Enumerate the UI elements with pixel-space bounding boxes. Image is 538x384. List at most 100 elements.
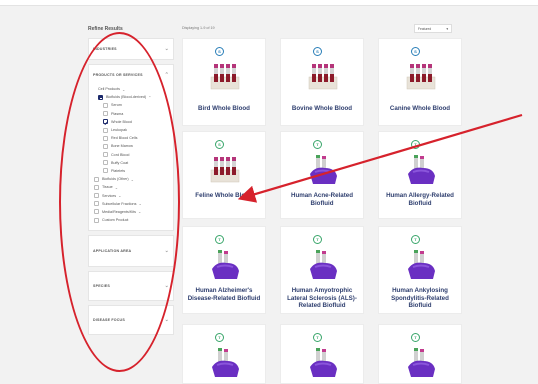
- chevron-down-icon[interactable]: ⌄: [138, 209, 141, 214]
- option-label: Whole Blood: [111, 119, 132, 124]
- product-option[interactable]: Platelets: [89, 167, 173, 175]
- sort-select-value: Featured: [418, 26, 432, 31]
- product-name[interactable]: Human Allergy-Related Biofluid: [379, 192, 461, 207]
- product-card[interactable]: S Canine Whole Blood: [378, 38, 462, 126]
- option-checkbox[interactable]: [103, 111, 108, 117]
- chevron-down-icon[interactable]: ⌄: [165, 248, 169, 254]
- filter-industries[interactable]: INDUSTRIES ⌄: [88, 38, 174, 60]
- blood-tubes-image: [305, 61, 341, 93]
- option-label: Buffy Coat: [111, 160, 129, 165]
- product-badge-icon: T: [313, 140, 322, 149]
- product-badge-icon: S: [215, 140, 224, 149]
- option-checkbox[interactable]: [103, 102, 108, 108]
- option-checkbox[interactable]: [94, 193, 99, 199]
- product-option[interactable]: Tissue ⌄: [89, 183, 173, 191]
- product-option[interactable]: Cord Blood: [89, 151, 173, 159]
- product-badge-icon: S: [215, 47, 224, 56]
- product-option[interactable]: Services ⌄: [89, 191, 173, 199]
- gloved-hand-tubes-image: [305, 347, 341, 379]
- product-badge-icon: T: [215, 333, 224, 342]
- product-option[interactable]: Serum: [89, 101, 173, 109]
- product-badge-icon: T: [313, 333, 322, 342]
- option-label: Bone Marrow: [111, 144, 133, 149]
- filter-disease-focus[interactable]: DISEASE FOCUS ⌄: [88, 305, 174, 336]
- product-option[interactable]: Media/Reagents/Kits ⌄: [89, 208, 173, 216]
- product-option[interactable]: Red Blood Cells: [89, 134, 173, 142]
- product-option[interactable]: Cell Products ⌄: [89, 85, 173, 93]
- product-option[interactable]: Biofluids (Blood-derived) ⌃: [89, 93, 173, 101]
- product-name[interactable]: Human Alzheimer's Disease-Related Bioflu…: [183, 287, 265, 302]
- chevron-down-icon[interactable]: ⌄: [165, 317, 169, 323]
- product-card[interactable]: T Human Allergy-Related Biofluid: [378, 131, 462, 219]
- filter-products-services: PRODUCTS OR SERVICES ⌃ Cell Products ⌄ Biof…: [88, 64, 174, 232]
- sort-select[interactable]: Featured ▾: [414, 24, 452, 33]
- option-label: Leukopak: [111, 128, 127, 133]
- filter-application-area[interactable]: APPLICATION AREA ⌄: [88, 235, 174, 268]
- product-card[interactable]: T: [280, 324, 364, 384]
- option-checkbox[interactable]: [103, 143, 108, 149]
- product-option[interactable]: Biofluids (Other) ⌄: [89, 175, 173, 183]
- option-checkbox[interactable]: [94, 176, 99, 182]
- option-label: Cord Blood: [111, 152, 130, 157]
- option-checkbox[interactable]: [103, 135, 108, 141]
- chevron-down-icon[interactable]: ⌄: [131, 177, 134, 182]
- product-card[interactable]: T: [182, 324, 266, 384]
- chevron-down-icon[interactable]: ⌄: [165, 283, 169, 289]
- option-checkbox[interactable]: [94, 184, 99, 190]
- filter-sidebar: Refine Results INDUSTRIES ⌄ PRODUCTS OR S…: [88, 26, 174, 339]
- product-name[interactable]: Bird Whole Blood: [183, 105, 265, 113]
- product-card[interactable]: T Human Alzheimer's Disease-Related Biofl…: [182, 226, 266, 314]
- product-badge-icon: T: [215, 235, 224, 244]
- product-card[interactable]: T Human Ankylosing Spondylitis-Related Bi…: [378, 226, 462, 314]
- top-bar: [0, 0, 538, 6]
- filter-industries-label: INDUSTRIES: [93, 47, 117, 51]
- product-name[interactable]: Feline Whole Blood: [183, 192, 265, 200]
- blood-tubes-image: [403, 61, 439, 93]
- option-checkbox[interactable]: [103, 168, 108, 174]
- gloved-hand-tubes-image: [305, 154, 341, 186]
- product-badge-icon: S: [313, 47, 322, 56]
- product-name[interactable]: Bovine Whole Blood: [281, 105, 363, 113]
- chevron-down-icon[interactable]: ⌄: [118, 193, 121, 198]
- option-checkbox[interactable]: [103, 127, 108, 133]
- product-card[interactable]: S Bird Whole Blood: [182, 38, 266, 126]
- product-card[interactable]: T Human Acne-Related Biofluid: [280, 131, 364, 219]
- chevron-down-icon[interactable]: ⌄: [138, 201, 141, 206]
- option-label: Plasma: [111, 111, 124, 116]
- product-option[interactable]: Whole Blood: [89, 118, 173, 126]
- product-option[interactable]: Subcellular Fractions ⌄: [89, 200, 173, 208]
- product-badge-icon: T: [313, 235, 322, 244]
- filter-species[interactable]: SPECIES ⌄: [88, 271, 174, 302]
- chevron-up-icon[interactable]: ⌃: [148, 95, 151, 100]
- product-name[interactable]: Human Amyotrophic Lateral Sclerosis (ALS…: [281, 287, 363, 310]
- option-label: Media/Reagents/Kits: [102, 209, 137, 214]
- chevron-down-icon[interactable]: ⌄: [122, 87, 125, 92]
- option-checkbox[interactable]: [103, 119, 108, 125]
- product-name[interactable]: Canine Whole Blood: [379, 105, 461, 113]
- product-name[interactable]: Human Ankylosing Spondylitis-Related Bio…: [379, 287, 461, 310]
- filter-application-label: APPLICATION AREA: [93, 249, 132, 254]
- option-label: Cell Products: [98, 87, 120, 92]
- results-count: Displaying 1-9 of 19: [182, 26, 215, 30]
- option-checkbox[interactable]: [94, 209, 99, 215]
- option-checkbox[interactable]: [103, 152, 108, 158]
- chevron-down-icon[interactable]: ⌄: [115, 185, 118, 190]
- option-checkbox[interactable]: [94, 217, 99, 223]
- product-option[interactable]: Plasma: [89, 110, 173, 118]
- option-checkbox[interactable]: [98, 94, 103, 100]
- option-checkbox[interactable]: [103, 160, 108, 166]
- blood-tubes-image: [207, 61, 243, 93]
- product-option[interactable]: Bone Marrow: [89, 142, 173, 150]
- option-checkbox[interactable]: [94, 201, 99, 207]
- product-name[interactable]: Human Acne-Related Biofluid: [281, 192, 363, 207]
- product-option[interactable]: Buffy Coat: [89, 159, 173, 167]
- product-card[interactable]: S Feline Whole Blood: [182, 131, 266, 219]
- chevron-up-icon[interactable]: ⌃: [165, 72, 169, 78]
- gloved-hand-tubes-image: [207, 347, 243, 379]
- product-option[interactable]: Leukopak: [89, 126, 173, 134]
- product-card[interactable]: S Bovine Whole Blood: [280, 38, 364, 126]
- product-card[interactable]: T Human Amyotrophic Lateral Sclerosis (AL…: [280, 226, 364, 314]
- chevron-down-icon[interactable]: ⌄: [165, 46, 169, 52]
- product-option[interactable]: Custom Product: [89, 216, 173, 224]
- product-card[interactable]: T: [378, 324, 462, 384]
